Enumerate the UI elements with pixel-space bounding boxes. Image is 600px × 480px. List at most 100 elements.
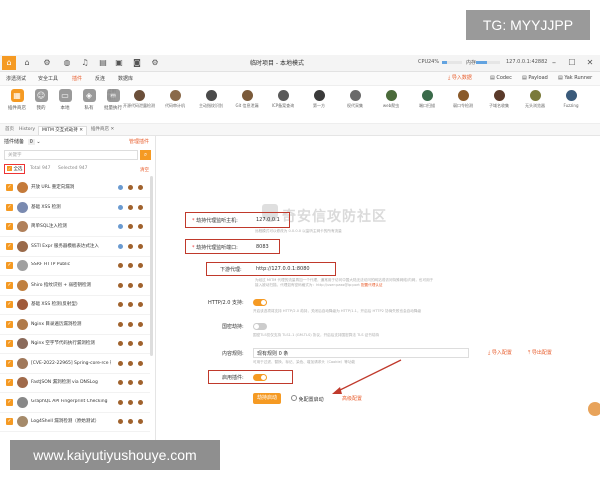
camera-icon[interactable]: ◙ <box>132 58 142 68</box>
plugin-list-item[interactable]: ✓ 基础 XSS 检测 <box>0 198 150 218</box>
menu-item-database[interactable]: 数据库 <box>118 75 133 82</box>
plugin-list-item[interactable]: ✓ 简单SQL注入检测 <box>0 217 150 237</box>
sidebar-scrollbar[interactable] <box>150 176 153 356</box>
favorite-plugin[interactable]: 第一方 <box>300 90 338 109</box>
favorite-plugin[interactable]: 开源代码泄露检测 <box>120 90 158 109</box>
plugin-list-item[interactable]: ✓ Nginx 目录遍历漏洞检测 <box>0 315 150 335</box>
document-icon[interactable]: ▤ <box>98 58 108 68</box>
cloud-icon <box>118 419 123 424</box>
menu-item-plugins[interactable]: 插件 <box>72 75 82 82</box>
check-icon[interactable]: ✓ <box>6 340 13 347</box>
required-mark: * <box>192 245 195 251</box>
shield-icon[interactable]: ◍ <box>62 58 72 68</box>
close-icon[interactable]: ✕ <box>110 127 114 132</box>
check-icon[interactable]: ✓ <box>6 418 13 425</box>
proxy-auth-link[interactable]: 配置代理认证 <box>361 283 383 287</box>
plugin-list-item[interactable]: ✓ Shiro 指纹识别 + 弱密钥检测 <box>0 276 150 296</box>
tab-plugin-store[interactable]: 插件商店 ✕ <box>88 126 117 134</box>
app-window: ⌂ ⌂ ⚙ ◍ ♫ ▤ ▣ ◙ ⚙ 临时项目 - 本地模式 CPU 24% 内存… <box>0 55 600 440</box>
check-icon[interactable]: ✓ <box>6 242 13 250</box>
menu-item-reverse[interactable]: 反连 <box>95 75 105 82</box>
favorite-plugin[interactable]: 弱口令检测 <box>444 90 482 109</box>
close-icon[interactable]: ✕ <box>79 128 83 133</box>
gm-tls-label: 国密劫持: <box>222 324 244 330</box>
check-icon[interactable]: ✓ <box>6 379 13 386</box>
favorite-plugin[interactable]: 端口扫描 <box>408 90 446 109</box>
payload-label: Payload <box>528 75 548 81</box>
select-all-checkbox[interactable]: ✓ 全选 <box>4 164 26 174</box>
plugin-list-item[interactable]: ✓ Nginx 空字节代码执行漏洞检测 <box>0 334 150 354</box>
settings-icon[interactable]: ⚙ <box>150 58 160 68</box>
favorite-plugin[interactable]: web爬虫 <box>372 90 410 109</box>
tab-history[interactable]: History <box>16 126 38 134</box>
plugin-list-item[interactable]: ✓ GraphQL API Fingerprint Checking <box>0 393 150 413</box>
export-config-button[interactable]: ⤒ 导出配置 <box>528 349 552 356</box>
user-icon: ☺ <box>34 89 48 102</box>
check-icon[interactable]: ✓ <box>6 320 13 328</box>
chevron-down-icon[interactable]: ⌄ <box>36 139 40 145</box>
user-icon <box>138 224 143 229</box>
plugin-list-item[interactable]: ✓ 开放 URL 重定向漏洞 <box>0 178 150 198</box>
import-config-button[interactable]: ⤓ 导入配置 <box>488 349 512 356</box>
mascot-icon <box>588 402 600 416</box>
plugin-list-item[interactable]: ✓ SSTI Expr 服务器模板表达式注入 <box>0 237 150 257</box>
check-icon[interactable]: ✓ <box>6 398 13 406</box>
clear-button[interactable]: 清空 <box>140 167 149 173</box>
sidebar-count: 0 <box>27 139 35 145</box>
author-avatar-icon <box>17 279 28 291</box>
favorite-plugin-label: Fuzzing <box>563 103 579 108</box>
gear-icon[interactable]: ⚙ <box>42 58 52 68</box>
plugin-list-item[interactable]: ✓ [CVE-2022-22965] Spring-core-rce 检测 <box>0 354 150 374</box>
plugin-list-item[interactable]: ✓ Log4Shell 漏洞检测（原始测试） <box>0 412 150 432</box>
maximize-icon[interactable]: ☐ <box>566 57 578 69</box>
plugin-search-input[interactable]: 关键字 <box>4 150 138 160</box>
manage-plugins-link[interactable]: 管理插件 <box>129 138 149 145</box>
bell-icon[interactable]: ♫ <box>80 58 90 68</box>
check-icon[interactable]: ✓ <box>6 301 13 308</box>
check-icon[interactable]: ✓ <box>6 203 13 211</box>
tab-home[interactable]: 首页 <box>2 126 17 134</box>
home-icon[interactable]: ⌂ <box>22 58 32 68</box>
check-icon[interactable]: ✓ <box>6 281 13 289</box>
user-icon <box>138 341 143 346</box>
http2-toggle[interactable] <box>253 299 267 306</box>
search-icon[interactable]: ⌕ <box>140 150 151 160</box>
proxy-port-input[interactable]: 8083 <box>253 242 277 252</box>
favorite-plugin[interactable]: 子域名收集 <box>480 90 518 109</box>
minimize-icon[interactable]: – <box>548 57 560 69</box>
import-data-button[interactable]: ⤓ 导入数据 <box>448 74 472 83</box>
author-icon <box>128 419 133 424</box>
check-icon[interactable]: ✓ <box>6 359 13 367</box>
enable-plugin-toggle[interactable] <box>253 374 267 381</box>
downstream-proxy-input[interactable]: http://127.0.0.1:8080 <box>253 264 333 274</box>
check-icon[interactable]: ✓ <box>6 262 13 269</box>
gm-tls-toggle[interactable] <box>253 323 267 330</box>
favorite-plugin[interactable]: 无头浏览器 <box>516 90 554 109</box>
menu-item-pentest[interactable]: 渗透测试 <box>6 75 26 82</box>
start-hijack-button[interactable]: 劫持启动 <box>253 393 281 404</box>
save-icon[interactable]: ▣ <box>114 58 124 68</box>
yak-runner-button[interactable]: ▤ Yak Runner <box>558 74 592 83</box>
payload-button[interactable]: ▤ Payload <box>522 74 548 83</box>
menu-item-tools[interactable]: 安全工具 <box>38 75 58 82</box>
yak-runner-label: Yak Runner <box>564 75 593 81</box>
tab-mitm[interactable]: MITM 交互式劫持 ✕ <box>38 126 87 135</box>
check-icon[interactable]: ✓ <box>6 223 13 230</box>
plugin-list-item[interactable]: ✓ SSRF HTTP Public <box>0 256 150 276</box>
favorite-plugin[interactable]: ICP备案查询 <box>264 90 302 109</box>
passive-start-option[interactable]: 免配置启动 <box>291 395 324 403</box>
favorite-plugin[interactable]: Git 信息泄漏 <box>228 90 266 109</box>
plugin-list-item[interactable]: ✓ 基础 XSS 检测(反射型) <box>0 295 150 315</box>
plugin-list-item[interactable]: ✓ FastJSON 漏洞检测 via DNSLog <box>0 373 150 393</box>
check-icon[interactable]: ✓ <box>6 184 13 191</box>
close-icon[interactable]: ✕ <box>584 57 596 69</box>
favorite-plugin[interactable]: Fuzzing <box>552 90 590 108</box>
favorite-plugin[interactable]: 主动指纹识别 <box>192 90 230 109</box>
proxy-host-input[interactable]: 127.0.0.1 <box>253 215 287 225</box>
codec-button[interactable]: ▤ Codec <box>490 74 512 83</box>
favorite-plugin[interactable]: 代码审计机 <box>156 90 194 109</box>
favorite-plugin[interactable]: 权代采集 <box>336 90 374 109</box>
app-logo-icon[interactable]: ⌂ <box>2 56 16 70</box>
plugin-avatar-icon <box>349 90 361 101</box>
cloud-icon <box>118 224 123 229</box>
